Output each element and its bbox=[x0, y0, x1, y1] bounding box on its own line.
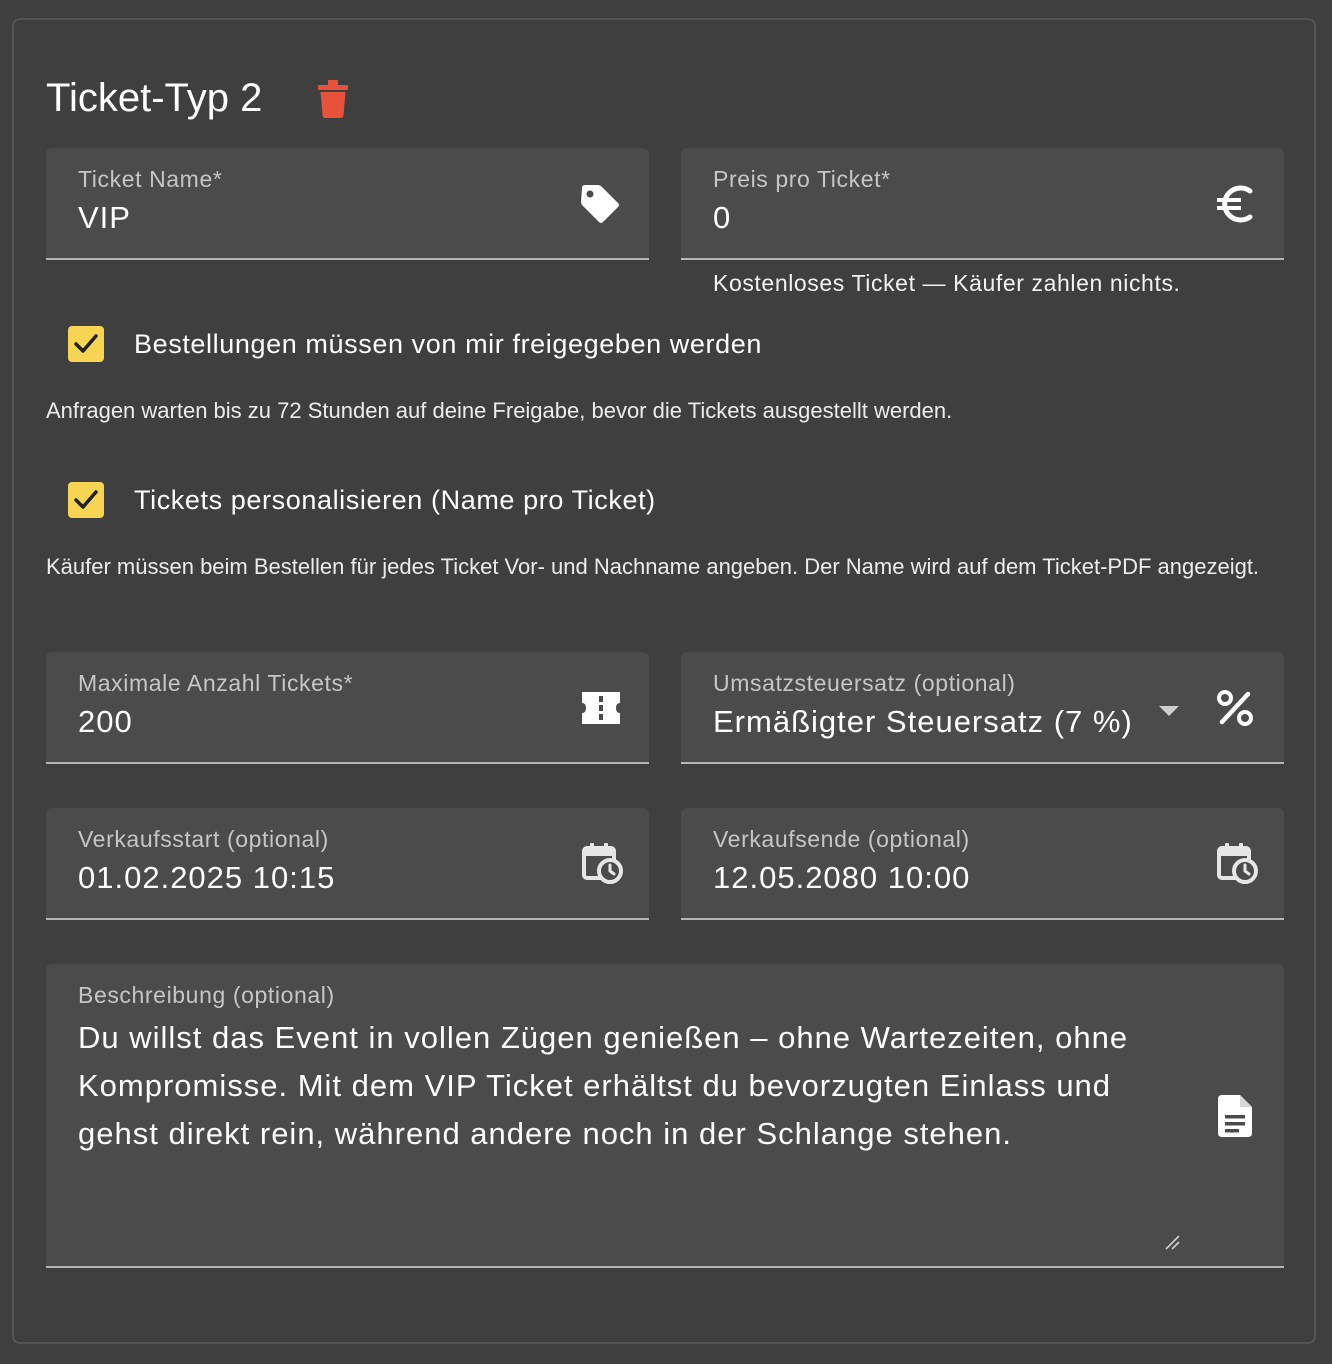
delete-ticket-button[interactable] bbox=[318, 78, 349, 120]
tax-rate-label: Umsatzsteuersatz (optional) bbox=[713, 670, 1016, 696]
description-field[interactable]: Beschreibung (optional) Du willst das Ev… bbox=[46, 964, 1284, 1268]
checkmark-icon bbox=[74, 334, 98, 353]
dropdown-arrow-icon[interactable] bbox=[1159, 706, 1179, 716]
personalize-description: Käufer müssen beim Bestellen für jedes T… bbox=[46, 554, 1260, 579]
sale-end-input[interactable]: 12.05.2080 10:00 bbox=[713, 860, 970, 896]
calendar-clock-icon[interactable] bbox=[578, 839, 626, 887]
price-field[interactable]: Preis pro Ticket* 0 bbox=[681, 148, 1284, 260]
ticket-icon bbox=[577, 684, 625, 732]
ticket-name-label: Ticket Name* bbox=[78, 166, 223, 192]
sale-end-label: Verkaufsende (optional) bbox=[713, 826, 970, 852]
percent-icon bbox=[1211, 684, 1259, 732]
ticket-name-field[interactable]: Ticket Name* VIP bbox=[46, 148, 649, 260]
approval-label: Bestellungen müssen von mir freigegeben … bbox=[134, 328, 762, 359]
sale-start-field[interactable]: Verkaufsstart (optional) 01.02.2025 10:1… bbox=[46, 808, 649, 920]
description-label: Beschreibung (optional) bbox=[78, 982, 335, 1008]
ticket-type-header: Ticket-Typ 2 bbox=[46, 76, 349, 121]
ticket-type-title: Ticket-Typ 2 bbox=[46, 76, 263, 120]
max-tickets-label: Maximale Anzahl Tickets* bbox=[78, 670, 354, 696]
approval-option[interactable]: Bestellungen müssen von mir freigegeben … bbox=[68, 326, 762, 362]
personalize-option[interactable]: Tickets personalisieren (Name pro Ticket… bbox=[68, 482, 656, 518]
description-textarea[interactable]: Du willst das Event in vollen Zügen geni… bbox=[78, 1014, 1188, 1158]
price-input[interactable]: 0 bbox=[713, 200, 731, 236]
sale-start-label: Verkaufsstart (optional) bbox=[78, 826, 329, 852]
personalize-checkbox[interactable] bbox=[68, 482, 104, 518]
document-icon bbox=[1212, 1092, 1260, 1140]
max-tickets-field[interactable]: Maximale Anzahl Tickets* 200 bbox=[46, 652, 649, 764]
tag-icon bbox=[576, 180, 624, 228]
tax-rate-value: Ermäßigter Steuersatz (7 %) bbox=[713, 704, 1133, 739]
personalize-label: Tickets personalisieren (Name pro Ticket… bbox=[134, 484, 656, 515]
price-label: Preis pro Ticket* bbox=[713, 166, 891, 192]
trash-icon bbox=[318, 79, 349, 118]
max-tickets-input[interactable]: 200 bbox=[78, 704, 133, 740]
ticket-name-input[interactable]: VIP bbox=[78, 200, 131, 236]
checkmark-icon bbox=[74, 490, 98, 509]
sale-end-field[interactable]: Verkaufsende (optional) 12.05.2080 10:00 bbox=[681, 808, 1284, 920]
resize-handle-icon[interactable] bbox=[1164, 1234, 1180, 1250]
euro-icon bbox=[1211, 180, 1259, 228]
calendar-clock-icon[interactable] bbox=[1213, 839, 1261, 887]
sale-start-input[interactable]: 01.02.2025 10:15 bbox=[78, 860, 335, 896]
tax-rate-select[interactable]: Umsatzsteuersatz (optional) Ermäßigter S… bbox=[681, 652, 1284, 764]
approval-description: Anfragen warten bis zu 72 Stunden auf de… bbox=[46, 398, 953, 423]
price-hint: Kostenloses Ticket — Käufer zahlen nicht… bbox=[713, 270, 1181, 296]
approval-checkbox[interactable] bbox=[68, 326, 104, 362]
